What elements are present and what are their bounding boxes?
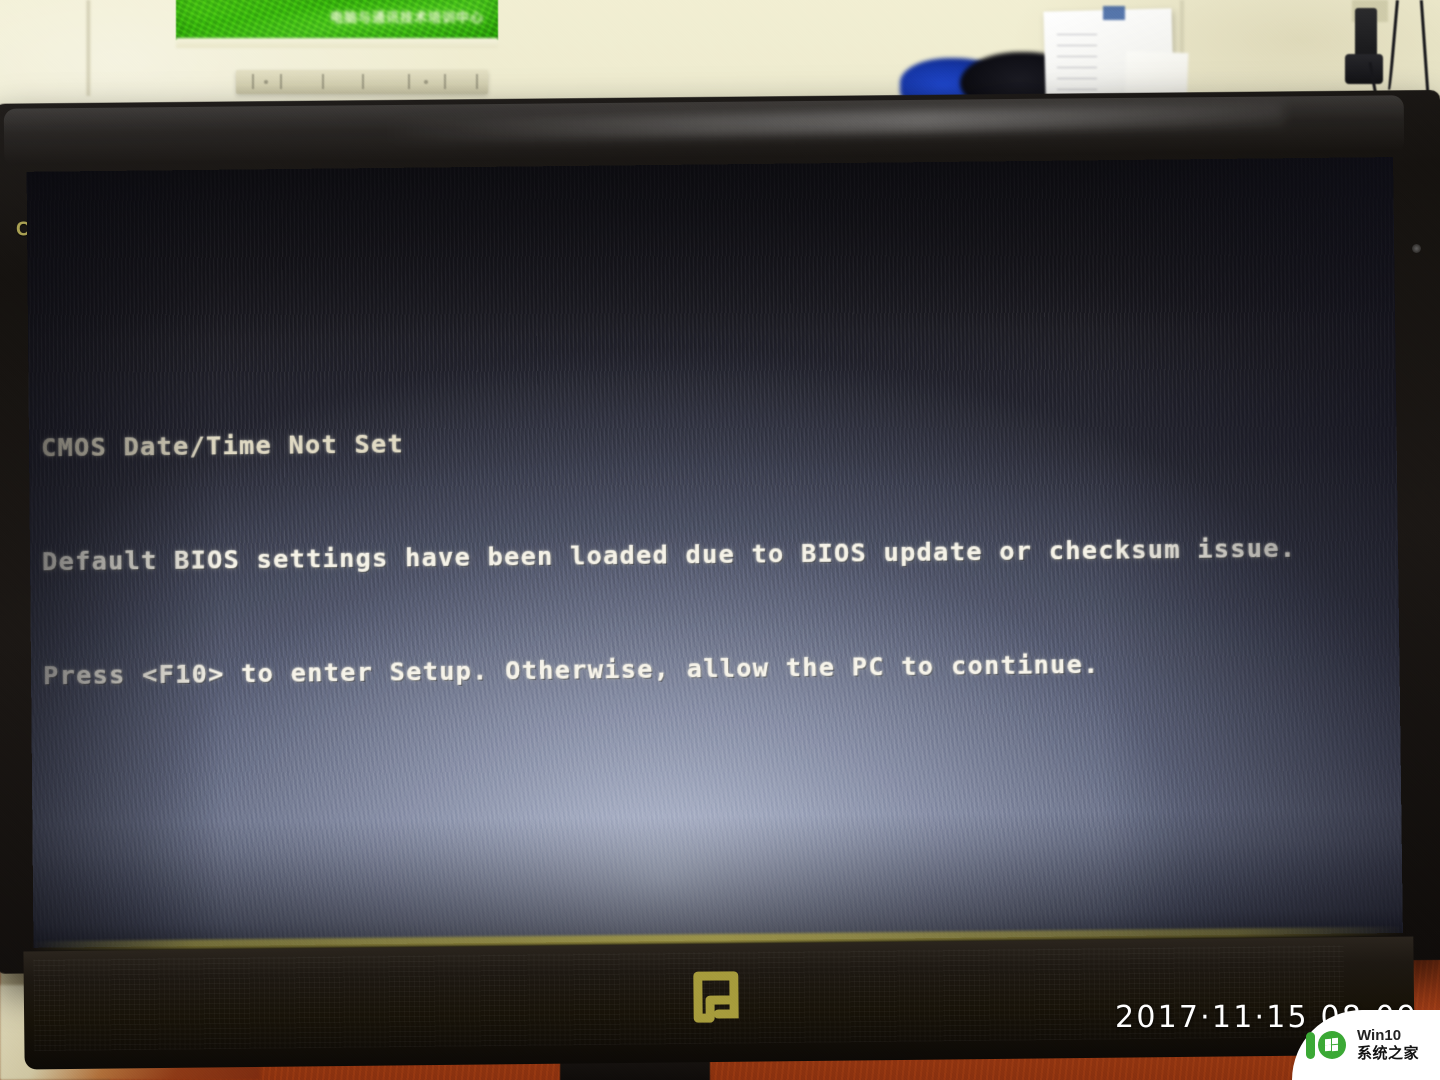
windows-flag-icon	[1324, 1037, 1340, 1052]
wall-seam	[86, 0, 91, 96]
compaq-monitor: COMPAQ CMOS Date/Time Not Set Default BI…	[0, 89, 1440, 1070]
poster-bottom-edge	[176, 38, 498, 48]
power-plug-lower	[1345, 54, 1383, 84]
photo-screenshot: 电脑与通讯技术培训中心 2017·11·15 08:09 Win10 系统之家	[0, 0, 1440, 1080]
power-led-icon[interactable]	[1412, 244, 1421, 253]
win10-logo-icon	[1306, 1030, 1350, 1060]
digit-zero-shape	[1318, 1031, 1346, 1059]
monitor-screen: CMOS Date/Time Not Set Default BIOS sett…	[26, 157, 1403, 948]
paper-clip	[1103, 6, 1125, 20]
watermark-brand-top: Win10	[1357, 1027, 1402, 1045]
poster-text: 电脑与通讯技术培训中心	[329, 10, 484, 25]
compaq-q-icon	[693, 971, 739, 1023]
green-poster: 电脑与通讯技术培训中心	[176, 0, 498, 40]
watermark-text: Win10 系统之家	[1357, 1027, 1420, 1062]
screen-vignette	[26, 157, 1403, 948]
digit-one-shape	[1306, 1031, 1315, 1059]
watermark-brand-bottom: 系统之家	[1357, 1044, 1420, 1062]
power-strip	[236, 70, 488, 94]
